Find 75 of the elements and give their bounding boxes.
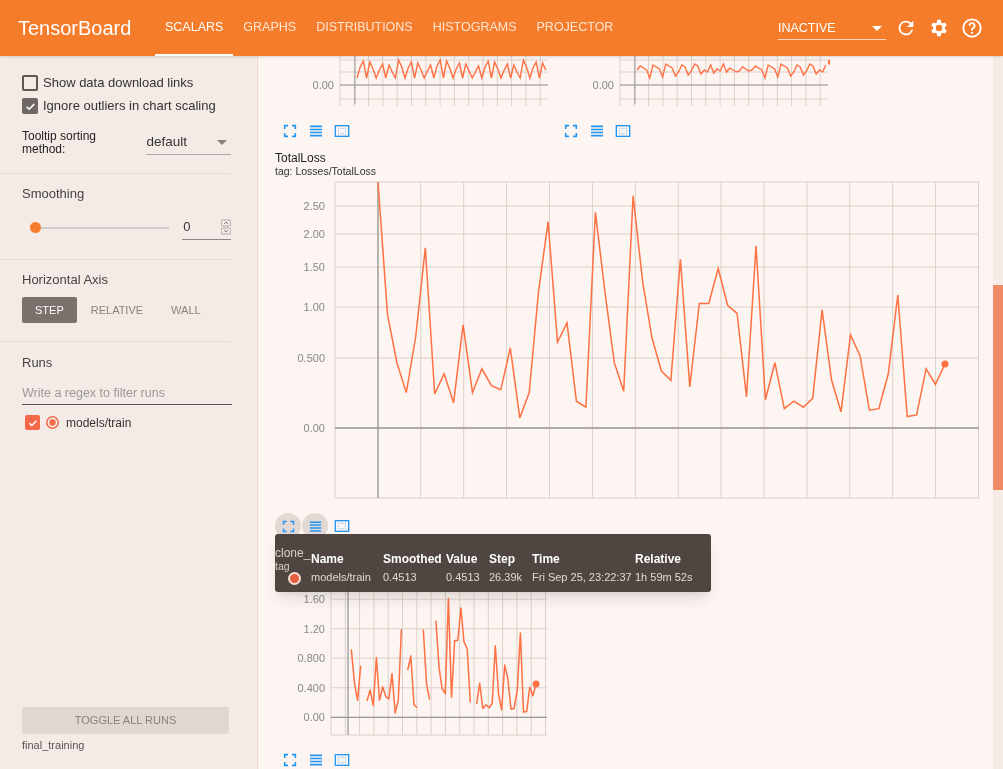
fullscreen-icon[interactable] <box>282 123 298 139</box>
axis-tick-label: 1.20 <box>303 622 325 635</box>
table-cell-text: 26.39k <box>489 570 524 585</box>
app-title: TensorBoard <box>17 16 133 41</box>
column-header: Smoothed <box>383 551 443 565</box>
checkbox-label: Ignore outliers in chart scaling <box>43 97 216 116</box>
axis-tick-label: 0.00 <box>312 79 334 91</box>
fullscreen-icon[interactable] <box>282 752 298 768</box>
settings-icon[interactable] <box>928 17 950 39</box>
column-header: Value <box>446 551 479 565</box>
axis-tick-label: 0.400 <box>297 681 325 694</box>
column-header: Relative <box>635 551 683 565</box>
list-icon[interactable] <box>308 752 324 768</box>
run-checkbox[interactable] <box>25 415 40 430</box>
slider-thumb[interactable] <box>29 222 41 233</box>
scrollbar-thumb[interactable] <box>993 285 1003 490</box>
axis-tick-label: 1.50 <box>303 261 325 274</box>
fit-domain-icon[interactable] <box>334 752 350 768</box>
table-cell-text: 0.4513 <box>383 570 418 585</box>
filter-runs-field[interactable]: Write a regex to filter runs <box>22 382 232 405</box>
fit-domain-icon[interactable] <box>334 123 350 139</box>
caret-icon <box>872 26 882 31</box>
axis-tick-label: 2.50 <box>303 199 325 212</box>
column-header: Name <box>311 552 345 565</box>
section-title: Runs <box>22 354 54 372</box>
fullscreen-icon[interactable] <box>563 123 579 139</box>
list-icon[interactable] <box>308 123 324 139</box>
list-icon <box>307 518 323 534</box>
chart-tag: tag <box>275 560 290 572</box>
toggle-all-runs-button[interactable]: TOGGLE ALL RUNS <box>22 706 229 734</box>
table-cell-text: 0.4513 <box>446 570 481 585</box>
nav-tab[interactable]: HISTOGRAMS <box>422 0 527 56</box>
section-title: Horizontal Axis <box>22 270 109 289</box>
table-cell-text: Fri Sep 25, 23:22:37 <box>532 570 633 585</box>
axis-tick-label: 1.60 <box>303 593 325 606</box>
checkbox-label: Show data download links <box>43 74 194 93</box>
data-point-marker <box>532 680 540 688</box>
axis-toggle-button[interactable]: RELATIVE <box>77 297 157 323</box>
nav-tab[interactable]: GRAPHS <box>233 0 307 56</box>
nav-tab[interactable]: DISTRIBUTIONS <box>306 0 423 56</box>
axis-tick-label: 0.00 <box>303 711 325 724</box>
checkbox[interactable] <box>22 98 38 114</box>
axis-tick-label: 0.00 <box>592 79 614 91</box>
data-point-marker <box>941 360 949 368</box>
nav-tab[interactable]: PROJECTOR <box>526 0 624 56</box>
axis-tick-label: 0.00 <box>303 422 325 434</box>
fullscreen-icon <box>280 518 296 534</box>
table-cell-text: models/train <box>311 570 372 585</box>
section-title: Smoothing <box>22 185 86 203</box>
logdir-label: final_training <box>22 737 86 753</box>
checkbox[interactable] <box>22 75 38 91</box>
list-icon[interactable] <box>589 123 605 139</box>
fit-domain-icon[interactable] <box>334 518 350 534</box>
radio-button-icon[interactable] <box>46 416 59 429</box>
sort-method-dropdown[interactable]: default <box>146 131 231 155</box>
axis-toggle-button[interactable]: WALL <box>158 297 214 323</box>
table-cell-text: 1h 59m 52s <box>635 570 694 585</box>
run-name: models/train <box>66 414 132 432</box>
setting-label: Tooltip sorting method: <box>22 130 98 156</box>
help-icon[interactable] <box>961 17 983 39</box>
column-header: Step <box>489 551 516 565</box>
chart-title: TotalLoss <box>275 152 326 165</box>
run-selector-dropdown[interactable]: INACTIVE <box>778 18 886 40</box>
caret-icon <box>217 140 227 145</box>
axis-tick-label: 2.00 <box>303 228 325 240</box>
fit-domain-icon[interactable] <box>615 123 631 139</box>
chart-title: clone_ <box>275 547 311 560</box>
axis-toggle-button[interactable]: STEP <box>22 297 77 323</box>
axis-tick-label: 0.800 <box>297 652 325 665</box>
axis-tick-label: 1.00 <box>303 301 325 314</box>
spinner-icon[interactable] <box>221 217 231 237</box>
axis-tick-label: 0.500 <box>297 352 325 364</box>
smoothing-input[interactable]: 0 <box>182 215 231 240</box>
chart-tag: tag: Losses/TotalLoss <box>275 165 376 177</box>
column-header: Time <box>532 551 561 565</box>
